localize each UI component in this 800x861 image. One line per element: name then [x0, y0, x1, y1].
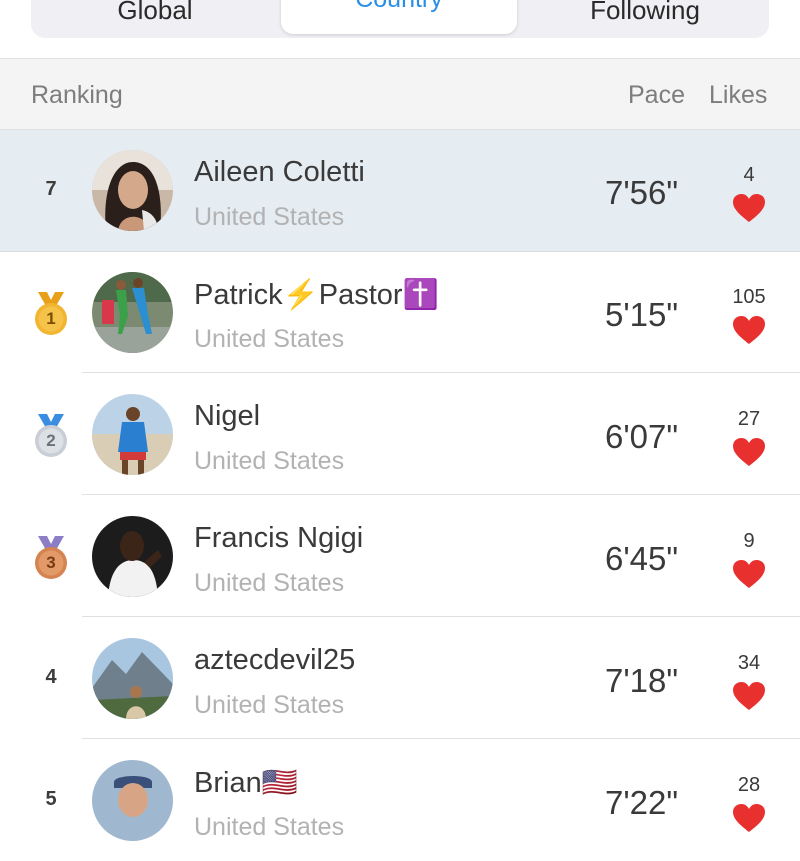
rank-number: 2 — [46, 431, 56, 450]
pace-value: 6'07" — [605, 418, 679, 455]
heart-icon[interactable] — [732, 193, 766, 223]
athlete-country: United States — [194, 447, 345, 475]
athlete-country: United States — [194, 569, 345, 597]
ranking-column-header: Ranking — [31, 81, 123, 109]
heart-icon[interactable] — [732, 803, 766, 833]
row-divider — [82, 372, 800, 373]
leaderboard-row[interactable]: 1 Patrick⚡Pastor✝️ United States 5'15" 1… — [0, 252, 800, 373]
avatar[interactable] — [92, 272, 173, 353]
leaderboard-row-current-user[interactable]: 7 Aileen Coletti United States 7'56" 4 — [0, 130, 800, 252]
athlete-name: Brian🇺🇸 — [194, 767, 298, 799]
avatar[interactable] — [92, 516, 173, 597]
rank-number: 4 — [45, 666, 57, 688]
athlete-name: Nigel — [194, 400, 261, 432]
heart-icon[interactable] — [732, 315, 766, 345]
avatar[interactable] — [92, 394, 173, 475]
pace-value: 5'15" — [605, 296, 679, 333]
athlete-country: United States — [194, 691, 345, 719]
likes-count: 105 — [732, 286, 766, 308]
pace-value: 7'56" — [605, 174, 679, 211]
rank-number: 1 — [46, 309, 56, 328]
leaderboard-row[interactable]: 4 aztecdevil25 United States 7'18" 34 — [0, 618, 800, 739]
heart-icon[interactable] — [732, 437, 766, 467]
leaderboard-header: Ranking Pace Likes — [0, 59, 800, 130]
likes-count: 4 — [743, 164, 755, 186]
pace-value: 6'45" — [605, 540, 679, 577]
likes-count: 9 — [743, 530, 755, 552]
likes-count: 27 — [737, 408, 761, 430]
tab-bar: Global Country Following — [0, 0, 800, 59]
tab-country[interactable]: Country — [281, 0, 517, 34]
avatar[interactable] — [92, 638, 173, 719]
athlete-name: Patrick⚡Pastor✝️ — [194, 279, 439, 311]
athlete-country: United States — [194, 325, 345, 353]
leaderboard-row[interactable]: 5 Brian🇺🇸 United States 7'22" 28 — [0, 740, 800, 861]
rank-number: 3 — [46, 553, 56, 572]
row-divider — [82, 616, 800, 617]
avatar[interactable] — [92, 150, 173, 231]
athlete-country: United States — [194, 203, 345, 231]
row-divider — [82, 494, 800, 495]
avatar[interactable] — [92, 760, 173, 841]
pace-value: 7'22" — [605, 784, 679, 821]
heart-icon[interactable] — [732, 559, 766, 589]
likes-count: 34 — [737, 652, 761, 674]
athlete-name: Francis Ngigi — [194, 522, 364, 554]
likes-count: 28 — [737, 774, 761, 796]
leaderboard-row[interactable]: 2 Nigel United States 6'07" 27 — [0, 374, 800, 495]
leaderboard-row[interactable]: 3 Francis Ngigi United States 6'45" 9 — [0, 496, 800, 617]
heart-icon[interactable] — [732, 681, 766, 711]
athlete-country: United States — [194, 813, 345, 841]
pace-value: 7'18" — [605, 662, 679, 699]
athlete-name: Aileen Coletti — [194, 156, 365, 188]
pace-column-header: Pace — [628, 81, 685, 109]
tab-global[interactable]: Global — [31, 0, 279, 36]
tab-following[interactable]: Following — [521, 0, 769, 36]
likes-column-header: Likes — [709, 81, 768, 109]
tab-country-label: Country — [355, 0, 443, 13]
rank-number: 7 — [45, 178, 57, 200]
athlete-name: aztecdevil25 — [194, 644, 356, 676]
segmented-control: Global Country Following — [31, 0, 769, 38]
row-divider — [82, 738, 800, 739]
